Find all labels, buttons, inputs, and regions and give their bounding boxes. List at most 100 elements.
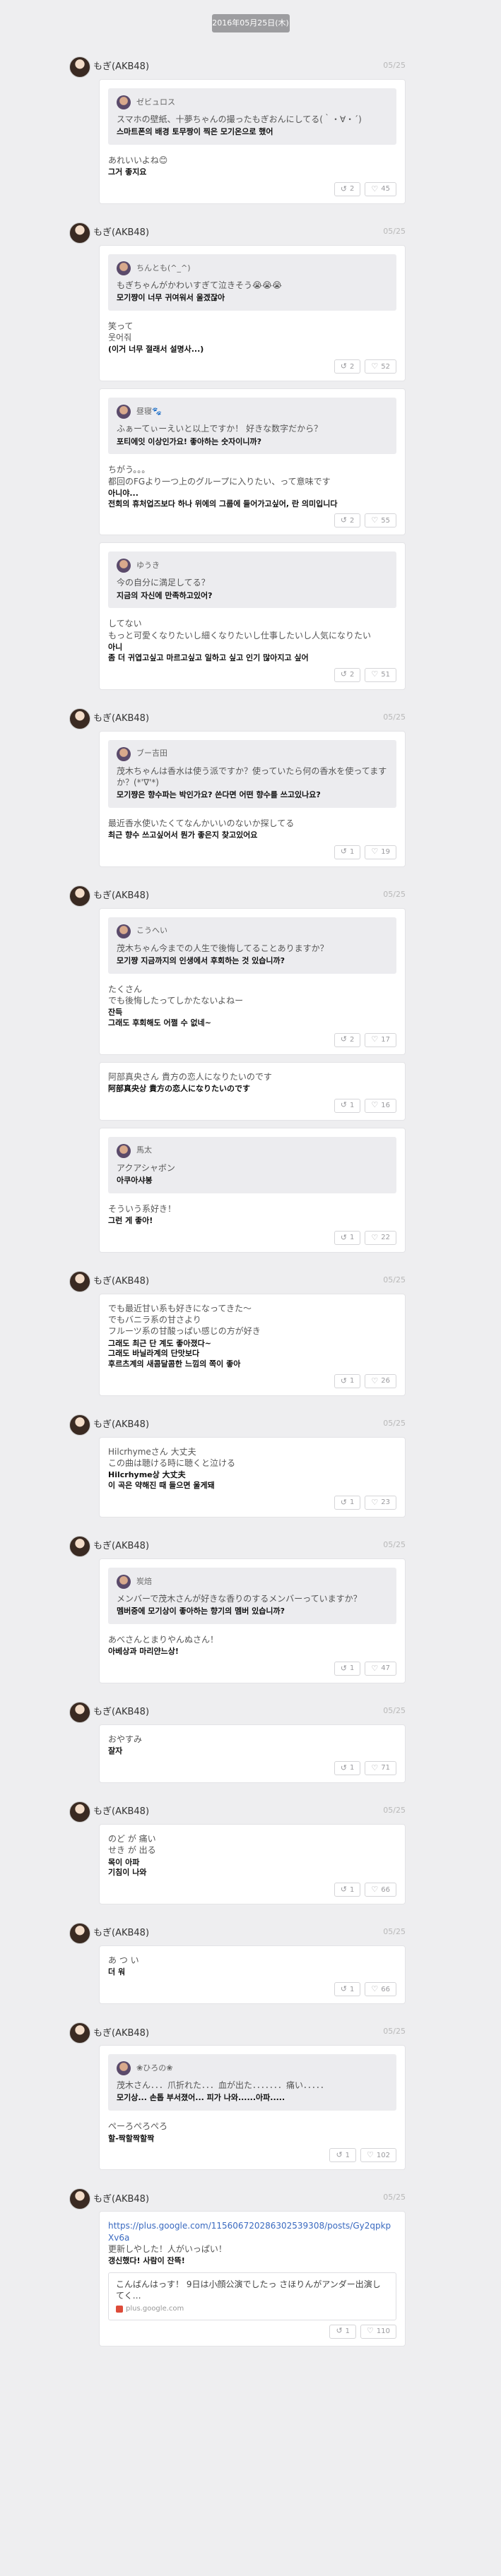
like-button[interactable]: ♡ 22: [365, 1230, 396, 1245]
like-count: 26: [381, 1377, 390, 1385]
like-button[interactable]: ♡ 102: [360, 2148, 396, 2163]
like-button[interactable]: ♡ 19: [365, 845, 396, 859]
post-header: もぎ(AKB48): [69, 708, 149, 729]
like-icon: ♡: [371, 184, 379, 193]
reply-button[interactable]: ↺ 1: [334, 1662, 361, 1676]
preview-domain-row: plus.google.com: [116, 2304, 389, 2314]
reply-count: 1: [350, 1664, 355, 1673]
avatar[interactable]: [69, 1923, 90, 1945]
post-card: 炭焙 メンバーで茂木さんが好きな香りのするメンバーっていますか？ 멤버중에 모기상이…: [99, 1558, 406, 1684]
asker-name: ブー吉田: [136, 749, 167, 758]
like-button[interactable]: ♡ 45: [365, 182, 396, 197]
username[interactable]: もぎ(AKB48): [93, 61, 149, 73]
reply-text: ぺーろぺろぺろ: [108, 2121, 168, 2132]
username[interactable]: もぎ(AKB48): [93, 1419, 149, 1431]
like-button[interactable]: ♡ 66: [365, 1883, 396, 1897]
quoted-question: ブー吉田 茂木ちゃんは香水は使う派ですか？使っていたら何の香水を使ってますか？(*…: [108, 739, 396, 808]
like-count: 51: [381, 670, 390, 679]
avatar[interactable]: [69, 56, 90, 78]
like-button[interactable]: ♡ 47: [365, 1662, 396, 1676]
external-link[interactable]: https://plus.google.com/1156067202863025…: [108, 2221, 391, 2242]
question-header: ブー吉田: [117, 746, 388, 761]
avatar[interactable]: [69, 1536, 90, 1558]
reply-button[interactable]: ↺ 2: [334, 359, 361, 374]
reply-button[interactable]: ↺ 1: [329, 2324, 357, 2339]
reply-text: のど が 痛い せき が 出る: [108, 1834, 156, 1856]
reply-button[interactable]: ↺ 1: [334, 1496, 361, 1510]
like-icon: ♡: [367, 2149, 374, 2159]
reply-icon: ↺: [340, 515, 348, 525]
like-button[interactable]: ♡ 23: [365, 1496, 396, 1510]
reply-button[interactable]: ↺ 1: [334, 1761, 361, 1776]
reply-button[interactable]: ↺ 1: [329, 2148, 357, 2163]
post-body: ゼビュロス スマホの壁紙、十夢ちゃんの撮ったもぎおんにしてる(｀・∀・´) 스마트폰…: [99, 56, 406, 205]
avatar[interactable]: [69, 1414, 90, 1436]
like-button[interactable]: ♡ 17: [365, 1032, 396, 1047]
post-header: もぎ(AKB48): [69, 222, 149, 244]
avatar[interactable]: [69, 1270, 90, 1292]
reply-button[interactable]: ↺ 2: [334, 1032, 361, 1047]
question-header: 炭焙: [117, 1575, 388, 1590]
reply-button[interactable]: ↺ 2: [334, 667, 361, 682]
like-button[interactable]: ♡ 26: [365, 1374, 396, 1389]
reply-button[interactable]: ↺ 1: [334, 1982, 361, 1997]
username[interactable]: もぎ(AKB48): [93, 712, 149, 725]
like-button[interactable]: ♡ 110: [360, 2324, 396, 2339]
like-button[interactable]: ♡ 52: [365, 359, 396, 374]
avatar[interactable]: [69, 885, 90, 907]
post-card: 馬太 アクアシャボン 아쿠아샤봉 そういう系好き！ 그런 게 좋아! ↺ 1 ♡ 22: [99, 1127, 406, 1253]
post-card: こうへい 茂木ちゃん今までの人生で後悔してることありますか？ 모기쨩 지금까지의 인…: [99, 907, 406, 1055]
like-button[interactable]: ♡ 55: [365, 513, 396, 528]
date-pill: 2016年05月25日(木): [211, 14, 290, 32]
reply-button[interactable]: ↺ 1: [334, 1374, 361, 1389]
reply-text: 阿部真央さん 貴方の恋人になりたいのです: [108, 1071, 272, 1082]
preview-domain: plus.google.com: [126, 2305, 184, 2313]
like-count: 23: [381, 1498, 390, 1507]
reply-translation: 아베상과 마리얀느상!: [108, 1647, 179, 1657]
reply-button[interactable]: ↺ 2: [334, 182, 361, 197]
username[interactable]: もぎ(AKB48): [93, 2027, 149, 2040]
post-card: ブー吉田 茂木ちゃんは香水は使う派ですか？使っていたら何の香水を使ってますか？(*…: [99, 730, 406, 867]
like-button[interactable]: ♡ 16: [365, 1098, 396, 1113]
reply-button[interactable]: ↺ 1: [334, 1883, 361, 1897]
avatar[interactable]: [69, 2022, 90, 2044]
avatar[interactable]: [69, 222, 90, 244]
like-count: 55: [381, 516, 390, 525]
like-icon: ♡: [371, 1232, 379, 1242]
username[interactable]: もぎ(AKB48): [93, 1275, 149, 1288]
like-button[interactable]: ♡ 51: [365, 667, 396, 682]
reply-text: でも最近甘い系も好きになってきた〜 でもバニラ系の甘さより フルーツ系の甘酸っぱ…: [108, 1303, 261, 1337]
card-actions: ↺ 1 ♡ 22: [108, 1230, 396, 1245]
reply-button[interactable]: ↺ 1: [334, 845, 361, 859]
asker-avatar: [117, 1575, 131, 1590]
reply-translation: 최근 향수 쓰고싶어서 뭔가 좋은지 찾고있어요: [108, 830, 258, 840]
reply-button[interactable]: ↺ 1: [334, 1098, 361, 1113]
like-icon: ♡: [371, 1497, 379, 1507]
username[interactable]: もぎ(AKB48): [93, 2193, 149, 2206]
like-icon: ♡: [371, 1984, 379, 1993]
username[interactable]: もぎ(AKB48): [93, 890, 149, 902]
username[interactable]: もぎ(AKB48): [93, 227, 149, 239]
post: もぎ(AKB48) 05/25 あ つ い더 워 ↺ 1 ♡ 66: [0, 1923, 501, 2005]
like-button[interactable]: ♡ 71: [365, 1761, 396, 1776]
username[interactable]: もぎ(AKB48): [93, 1927, 149, 1940]
avatar[interactable]: [69, 2188, 90, 2210]
like-button[interactable]: ♡ 66: [365, 1982, 396, 1997]
avatar[interactable]: [69, 708, 90, 729]
post-body: https://plus.google.com/1156067202863025…: [99, 2188, 406, 2347]
username[interactable]: もぎ(AKB48): [93, 1806, 149, 1818]
avatar[interactable]: [69, 1801, 90, 1823]
like-icon: ♡: [371, 1100, 379, 1110]
reply-button[interactable]: ↺ 1: [334, 1230, 361, 1245]
reply-count: 2: [350, 670, 355, 679]
link-preview[interactable]: こんばんはっす！ 9日は小顔公演でしたっ さほりんがアンダー出演してく… plus…: [108, 2272, 396, 2320]
question-header: 昼寝🐾: [117, 405, 388, 419]
avatar[interactable]: [69, 1702, 90, 1724]
reply-button[interactable]: ↺ 2: [334, 513, 361, 528]
question-header: ちんとも(^_^): [117, 261, 388, 276]
post: もぎ(AKB48) 05/25 でも最近甘い系も好きになってきた〜 でもバニラ系の甘…: [0, 1270, 501, 1397]
post-card: ❀ひろの❀ 茂木さん．．．爪折れた．．．血が出た．．．．．．．痛い．．．．． 모기상…: [99, 2045, 406, 2171]
username[interactable]: もぎ(AKB48): [93, 1540, 149, 1553]
username[interactable]: もぎ(AKB48): [93, 1706, 149, 1719]
reply-text: ちがう。。。 都回のFGより一つ上のグループに入りたい、って意味です: [108, 465, 331, 487]
